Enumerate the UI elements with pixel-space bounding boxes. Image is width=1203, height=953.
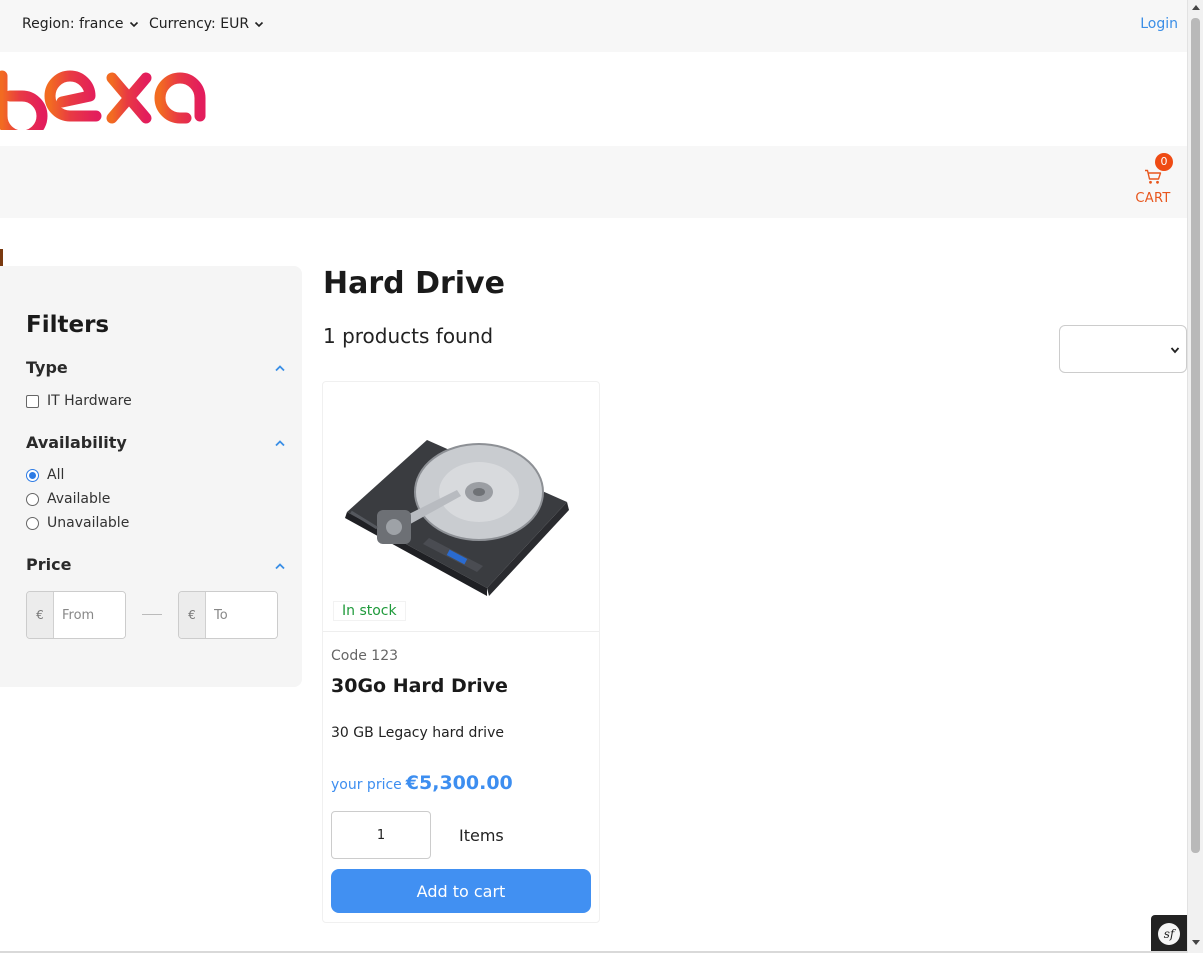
- filter-price-title: Price: [26, 555, 72, 574]
- price-from-group: €: [26, 591, 126, 639]
- filter-option-label: All: [47, 467, 65, 483]
- price-to-group: €: [178, 591, 278, 639]
- symfony-toolbar-toggle[interactable]: sf: [1151, 915, 1187, 953]
- currency-selector[interactable]: Currency: EUR: [149, 16, 264, 32]
- price-range-divider: [142, 614, 162, 615]
- product-description: 30 GB Legacy hard drive: [331, 725, 504, 741]
- logo-band: [0, 52, 1187, 146]
- price-value: €5,300.00: [405, 772, 513, 794]
- filter-option-label: IT Hardware: [47, 393, 132, 409]
- add-to-cart-button[interactable]: Add to cart: [331, 869, 591, 913]
- product-name[interactable]: 30Go Hard Drive: [331, 675, 508, 697]
- scrollbar-thumb[interactable]: [1191, 18, 1200, 853]
- radio-button[interactable]: [26, 492, 39, 506]
- price-from-input[interactable]: [54, 592, 125, 638]
- cart-icon: [1145, 169, 1162, 184]
- radio-button[interactable]: [26, 468, 39, 482]
- scroll-up-arrow-icon[interactable]: [1192, 5, 1200, 10]
- currency-symbol: €: [27, 592, 54, 638]
- hard-drive-image[interactable]: [337, 432, 573, 596]
- product-code: Code 123: [331, 648, 399, 664]
- filter-option-label: Unavailable: [47, 515, 130, 531]
- chevron-down-icon: [254, 21, 264, 28]
- currency-symbol: €: [179, 592, 206, 638]
- filter-availability-available[interactable]: Available: [26, 491, 110, 507]
- filter-option-label: Available: [47, 491, 111, 507]
- chevron-up-icon[interactable]: [274, 439, 286, 447]
- chevron-up-icon[interactable]: [274, 364, 286, 372]
- page-viewport: Region: france Currency: EUR Login 0 CAR…: [0, 0, 1187, 953]
- ibexa-logo[interactable]: [0, 66, 210, 130]
- scroll-down-arrow-icon[interactable]: [1192, 940, 1200, 945]
- cart-button[interactable]: 0 CART: [1135, 153, 1173, 206]
- filter-type-it-hardware[interactable]: IT Hardware: [26, 393, 132, 409]
- page-title: Hard Drive: [323, 266, 505, 301]
- results-count: 1 products found: [323, 324, 494, 348]
- chevron-up-icon[interactable]: [274, 562, 286, 570]
- price-label: your price: [331, 777, 402, 793]
- symfony-icon: sf: [1158, 923, 1180, 945]
- filter-availability-all[interactable]: All: [26, 467, 64, 483]
- filters-title: Filters: [26, 312, 110, 338]
- stock-badge: In stock: [333, 601, 406, 621]
- nav-band: 0 CART: [0, 146, 1187, 218]
- product-image-area[interactable]: In stock: [323, 382, 599, 632]
- top-bar: Region: france Currency: EUR Login: [0, 0, 1187, 52]
- login-link[interactable]: Login: [1140, 16, 1178, 32]
- filter-type-title: Type: [26, 358, 68, 377]
- sort-select[interactable]: [1059, 325, 1187, 373]
- chevron-down-icon: [129, 21, 138, 28]
- currency-label: Currency: EUR: [149, 16, 250, 32]
- chevron-down-icon: [1170, 347, 1180, 354]
- product-card: In stock Code 123 30Go Hard Drive 30 GB …: [322, 381, 600, 923]
- radio-button[interactable]: [26, 516, 39, 530]
- filter-availability-title: Availability: [26, 433, 127, 452]
- quantity-input[interactable]: [331, 811, 431, 859]
- quantity-unit-label: Items: [459, 826, 504, 845]
- region-selector[interactable]: Region: france: [22, 16, 139, 32]
- region-label: Region: france: [22, 16, 124, 32]
- vertical-scrollbar[interactable]: [1187, 0, 1203, 953]
- product-price: your price €5,300.00: [331, 772, 513, 794]
- checkbox[interactable]: [26, 394, 39, 408]
- cart-label: CART: [1135, 191, 1171, 206]
- filter-availability-unavailable[interactable]: Unavailable: [26, 515, 129, 531]
- price-to-input[interactable]: [206, 592, 277, 638]
- cart-count-badge: 0: [1155, 153, 1173, 171]
